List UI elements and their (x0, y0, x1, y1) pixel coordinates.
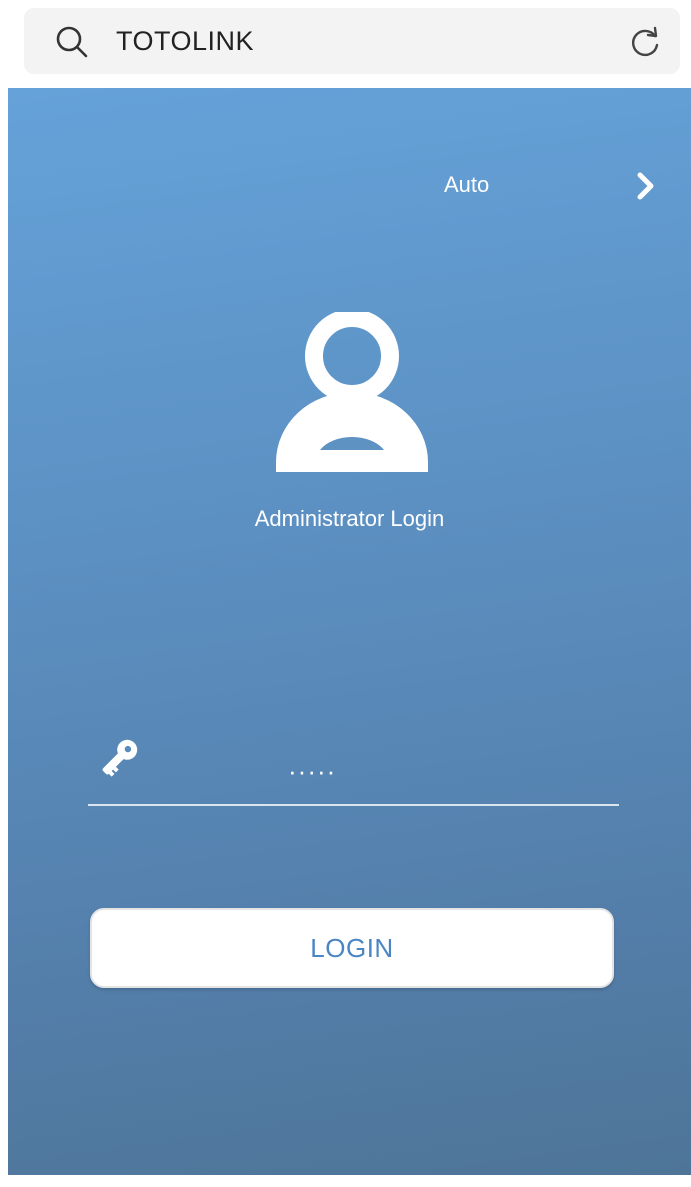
user-avatar-icon (276, 312, 428, 472)
login-button[interactable]: LOGIN (90, 908, 614, 988)
login-title: Administrator Login (254, 506, 445, 531)
password-input[interactable] (156, 748, 616, 794)
chevron-right-icon[interactable] (634, 170, 658, 202)
address-bar[interactable]: TOTOLINK (24, 8, 680, 74)
search-icon (56, 26, 88, 58)
reload-icon[interactable] (628, 26, 662, 60)
language-selector[interactable]: Auto (444, 170, 489, 200)
login-panel: Auto Administrator Login LOGIN (8, 88, 691, 1175)
password-underline (88, 804, 619, 806)
address-text[interactable]: TOTOLINK (116, 24, 254, 58)
key-icon (102, 739, 138, 777)
